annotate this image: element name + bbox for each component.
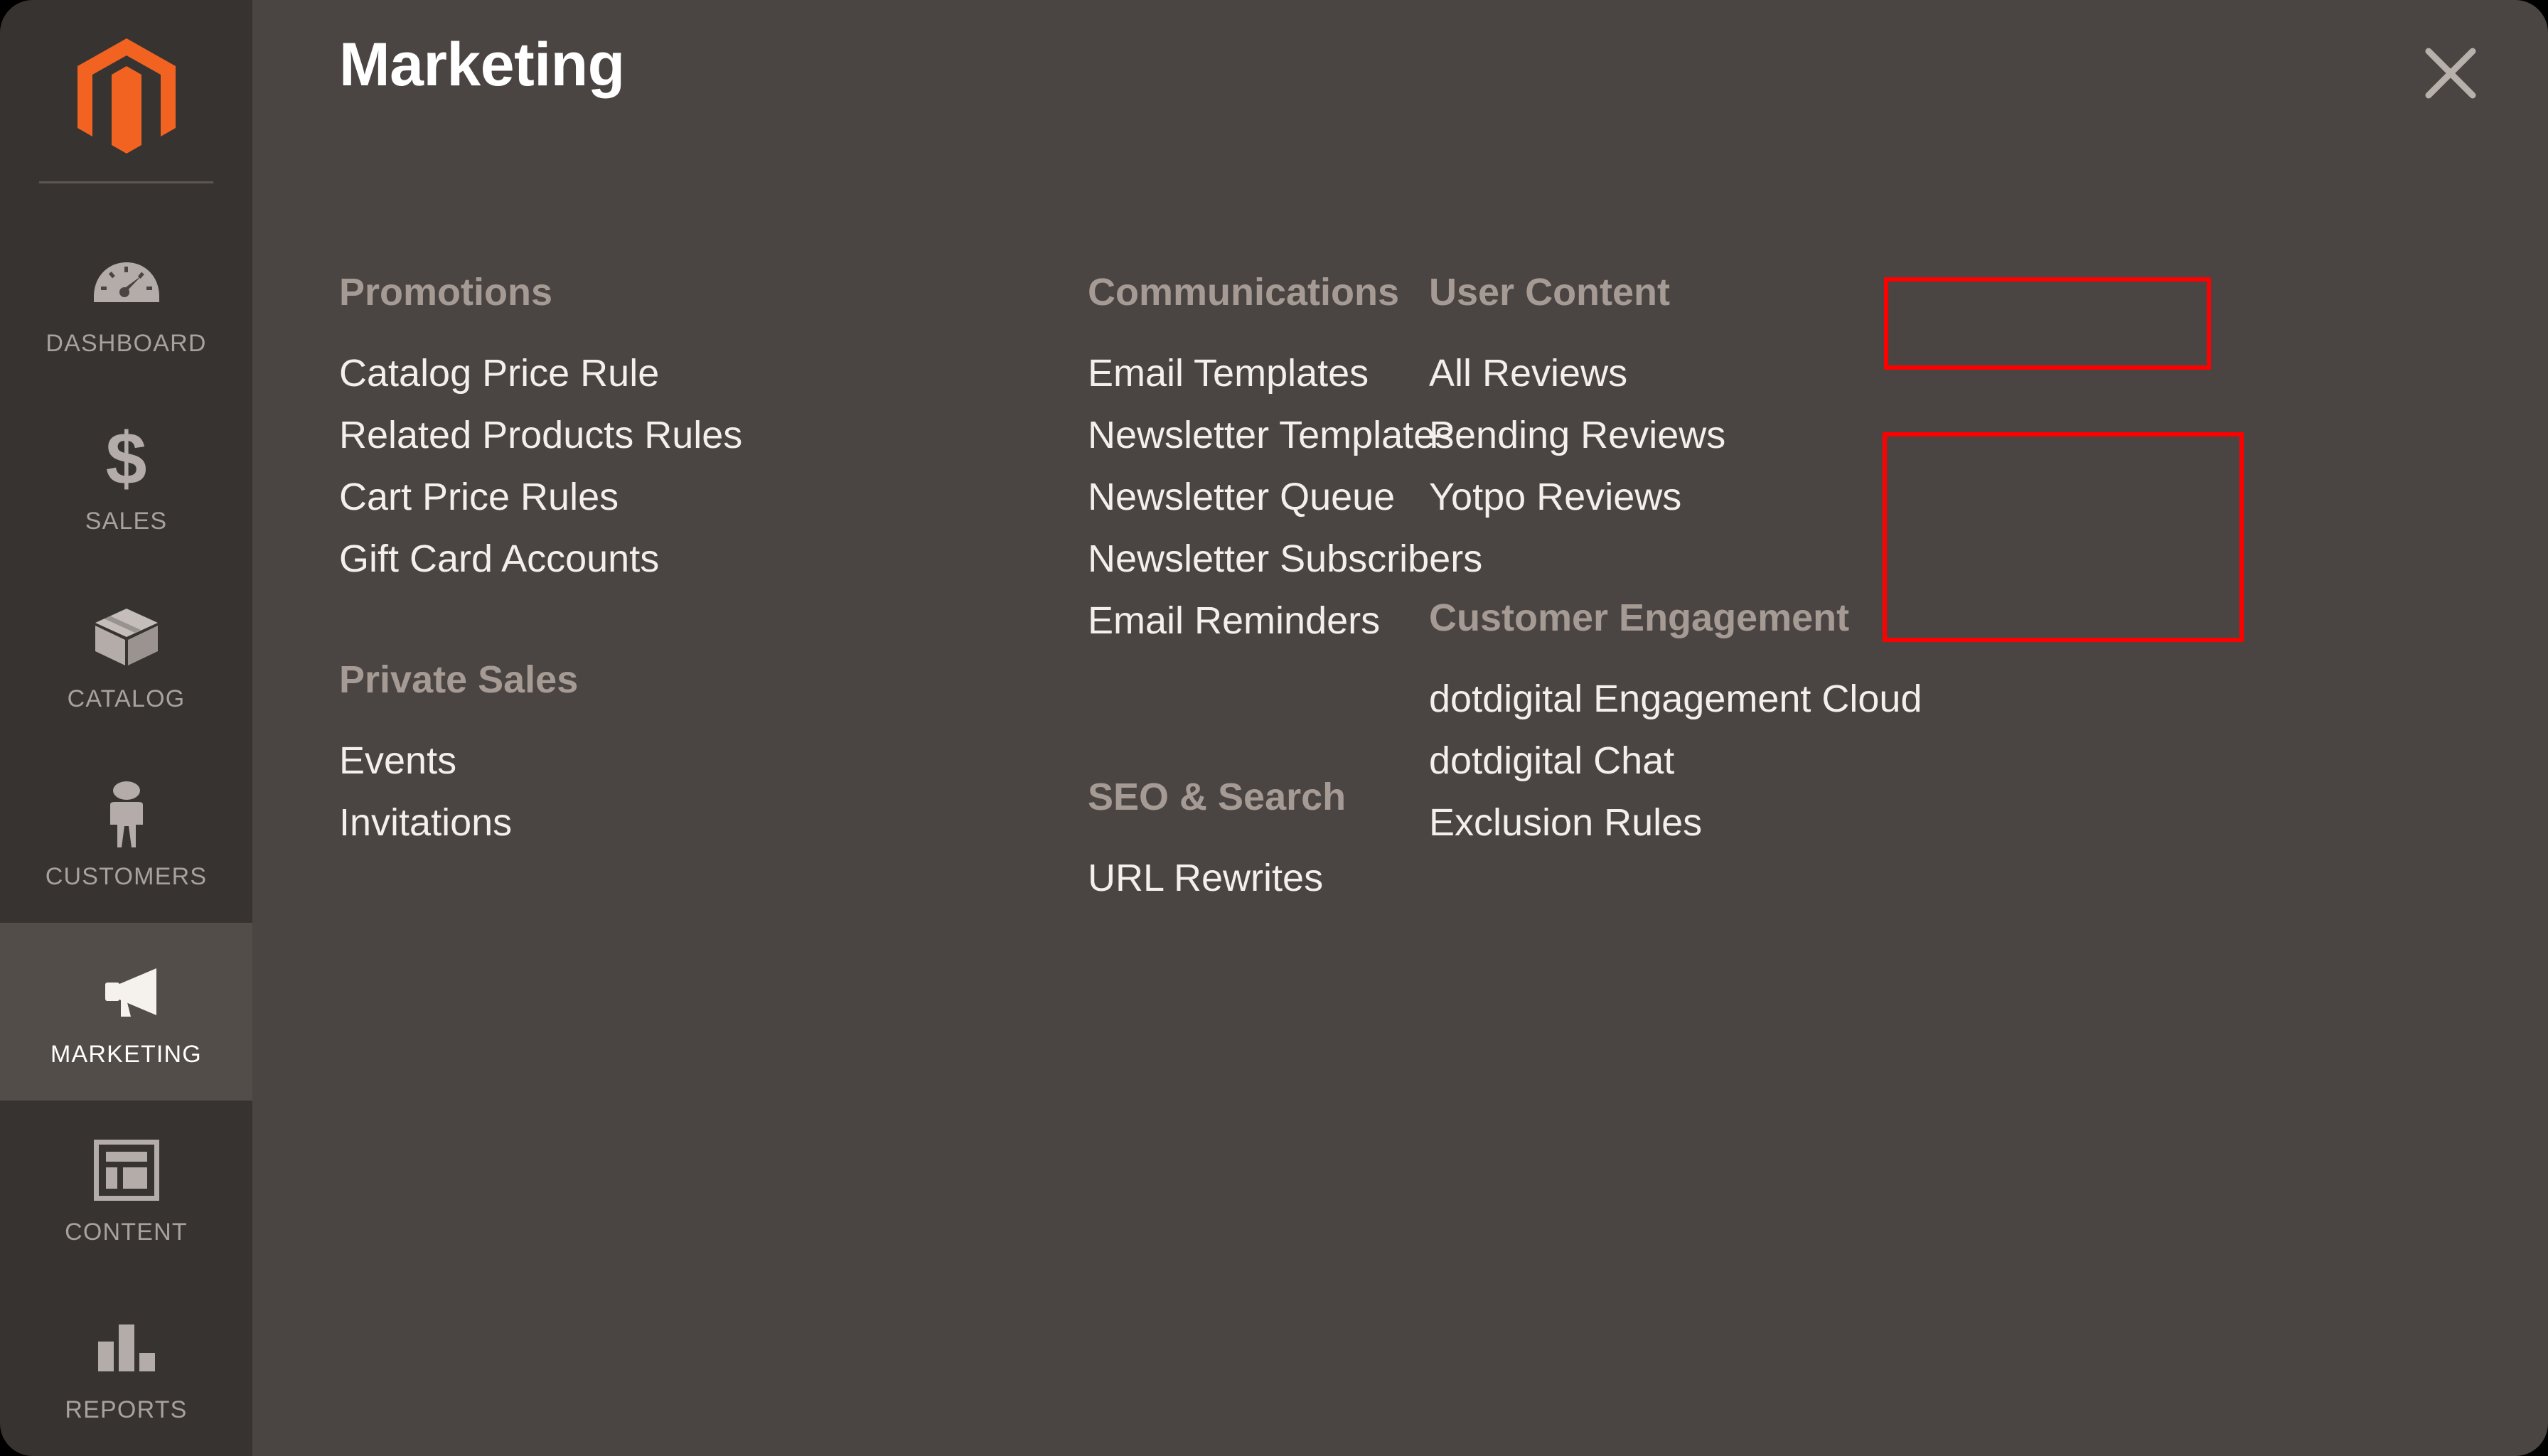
magento-admin-menu-screenshot: DASHBOARD $ SALES CATALOG CUSTOMERS MARK… (0, 0, 2548, 1456)
menu-link-gift-card-accounts[interactable]: Gift Card Accounts (339, 537, 1100, 581)
menu-link-dotdigital-engagement-cloud[interactable]: dotdigital Engagement Cloud (1429, 677, 2268, 721)
admin-sidebar: DASHBOARD $ SALES CATALOG CUSTOMERS MARK… (0, 0, 252, 1456)
magento-logo-icon (77, 38, 176, 154)
menu-column-promotions: Promotions Catalog Price Rule Related Pr… (339, 270, 1100, 862)
sidebar-item-label: CONTENT (65, 1218, 188, 1246)
sidebar-item-sales[interactable]: $ SALES (0, 390, 252, 567)
menu-link-events[interactable]: Events (339, 739, 1100, 783)
menu-column-user-content: User Content All Reviews Pending Reviews… (1429, 270, 2268, 862)
sidebar-item-label: CUSTOMERS (45, 862, 208, 890)
sidebar-item-marketing[interactable]: MARKETING (0, 923, 252, 1101)
box-icon (90, 600, 164, 674)
menu-link-invitations[interactable]: Invitations (339, 801, 1100, 845)
group-title-customer-engagement: Customer Engagement (1429, 596, 1850, 639)
group-title-private-sales: Private Sales (339, 658, 579, 701)
sidebar-item-label: REPORTS (65, 1396, 188, 1423)
dollar-icon: $ (105, 417, 147, 500)
bar-chart-icon (90, 1311, 164, 1385)
menu-link-url-rewrites[interactable]: URL Rewrites (1088, 856, 1848, 900)
sidebar-item-label: MARKETING (50, 1040, 202, 1068)
menu-link-cart-price-rules[interactable]: Cart Price Rules (339, 475, 1100, 519)
menu-link-all-reviews[interactable]: All Reviews (1429, 351, 2268, 395)
sidebar-item-label: CATALOG (67, 685, 186, 712)
sidebar-item-label: DASHBOARD (46, 329, 207, 357)
sidebar-divider (39, 181, 213, 183)
menu-link-related-products-rules[interactable]: Related Products Rules (339, 413, 1100, 457)
menu-link-pending-reviews[interactable]: Pending Reviews (1429, 413, 2268, 457)
menu-link-dotdigital-chat[interactable]: dotdigital Chat (1429, 739, 2268, 783)
person-icon (90, 778, 164, 852)
menu-link-catalog-price-rule[interactable]: Catalog Price Rule (339, 351, 1100, 395)
sidebar-item-dashboard[interactable]: DASHBOARD (0, 212, 252, 390)
menu-link-yotpo-reviews[interactable]: Yotpo Reviews (1429, 475, 2268, 519)
sidebar-item-content[interactable]: CONTENT (0, 1101, 252, 1278)
gauge-icon (90, 245, 164, 318)
sidebar-item-catalog[interactable]: CATALOG (0, 567, 252, 745)
magento-logo[interactable] (0, 0, 252, 181)
marketing-menu-panel: Marketing Promotions Catalog Price Rule … (252, 0, 2548, 1456)
megaphone-icon (90, 956, 164, 1029)
layout-icon (90, 1133, 164, 1207)
sidebar-item-label: SALES (85, 507, 168, 535)
sidebar-item-customers[interactable]: CUSTOMERS (0, 745, 252, 923)
group-title-user-content: User Content (1429, 271, 1671, 314)
group-title-promotions: Promotions (339, 271, 553, 314)
sidebar-item-reports[interactable]: REPORTS (0, 1278, 252, 1456)
menu-link-exclusion-rules[interactable]: Exclusion Rules (1429, 801, 2268, 845)
menu-columns: Promotions Catalog Price Rule Related Pr… (252, 0, 2548, 1456)
